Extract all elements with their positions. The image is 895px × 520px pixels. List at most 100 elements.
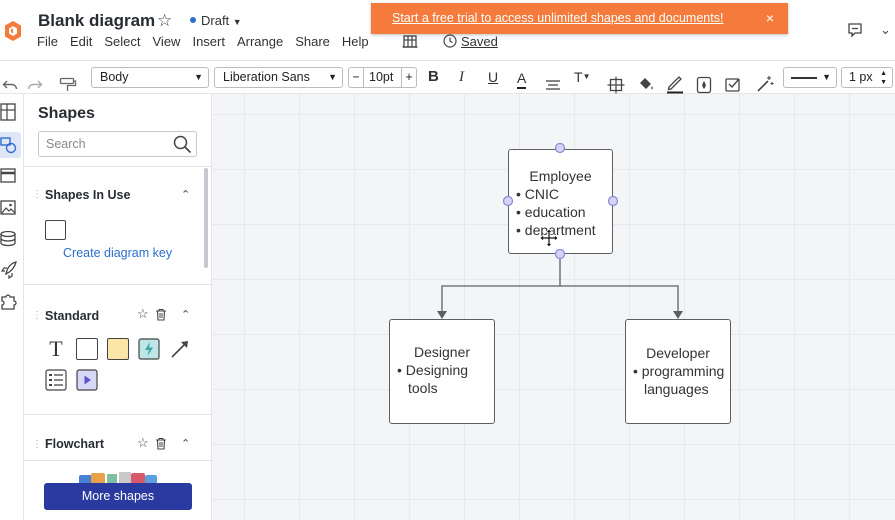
- increase-font-size-button[interactable]: +: [401, 68, 416, 87]
- frame-icon[interactable]: [0, 166, 20, 186]
- sticky-note-shape[interactable]: [107, 338, 129, 360]
- star-icon[interactable]: ☆: [137, 435, 149, 451]
- italic-button[interactable]: I: [459, 61, 464, 93]
- shape-search-box[interactable]: [38, 131, 197, 157]
- divider: [24, 284, 212, 285]
- divider: [24, 460, 212, 461]
- data-icon[interactable]: [0, 229, 20, 249]
- menu-share[interactable]: Share: [295, 34, 330, 49]
- list-shape-icon[interactable]: [45, 369, 67, 391]
- section-title-standard[interactable]: Standard: [45, 309, 99, 323]
- line-width-value: 1 px: [849, 70, 873, 84]
- text-color-button[interactable]: A: [517, 65, 527, 89]
- draft-status-label: Draft: [201, 13, 230, 28]
- puzzle-icon[interactable]: [0, 291, 20, 311]
- building-icon[interactable]: [402, 33, 418, 49]
- text-options-button[interactable]: T▼: [574, 61, 590, 93]
- draft-status-dropdown[interactable]: Draft ▼: [190, 13, 242, 28]
- text-style-select[interactable]: Body ▼: [91, 67, 209, 88]
- rocket-icon[interactable]: [0, 260, 20, 280]
- chevron-up-icon[interactable]: ⌃: [181, 437, 190, 450]
- text-style-value: Body: [100, 70, 129, 84]
- menu-select[interactable]: Select: [104, 34, 140, 49]
- line-style-select[interactable]: ▼: [783, 67, 837, 88]
- selection-handles: [502, 142, 619, 260]
- bold-button[interactable]: B: [428, 61, 439, 93]
- font-size-stepper: − 10pt +: [348, 67, 417, 88]
- pages-icon[interactable]: [0, 102, 20, 122]
- video-shape-icon[interactable]: [76, 369, 98, 391]
- text-options-label: T: [574, 69, 583, 85]
- shapes-icon: [0, 137, 17, 154]
- block-shape[interactable]: [76, 338, 98, 360]
- star-icon[interactable]: ☆: [137, 306, 149, 322]
- resize-handle[interactable]: [554, 142, 566, 154]
- more-shapes-button[interactable]: More shapes: [44, 483, 192, 510]
- chevron-up-icon[interactable]: ⌃: [181, 308, 190, 321]
- create-diagram-key-link[interactable]: Create diagram key: [63, 246, 172, 260]
- menu-arrange[interactable]: Arrange: [237, 34, 283, 49]
- decrease-font-size-button[interactable]: −: [349, 68, 364, 87]
- divider: [24, 414, 212, 415]
- shape-search-input[interactable]: [46, 137, 166, 151]
- caret-down-icon: ▼: [822, 72, 831, 82]
- document-title[interactable]: Blank diagram: [38, 11, 155, 31]
- designer-node[interactable]: Designer Designing tools: [389, 319, 495, 424]
- menu-insert[interactable]: Insert: [192, 34, 225, 49]
- shapes-rail-button[interactable]: [0, 132, 21, 158]
- lightning-shape-icon[interactable]: [138, 338, 160, 360]
- menu-edit[interactable]: Edit: [70, 34, 92, 49]
- caret-down-icon: ▼: [194, 72, 203, 82]
- panel-scrollbar[interactable]: [204, 168, 208, 268]
- lucid-logo-icon[interactable]: [4, 20, 22, 42]
- trash-icon[interactable]: [155, 308, 167, 321]
- caret-down-icon: ▼: [232, 17, 242, 27]
- caret-down-icon: ▼: [328, 72, 337, 82]
- node-title: Developer: [646, 345, 710, 361]
- search-icon[interactable]: [173, 135, 192, 154]
- diagram-canvas[interactable]: Employee CNIC education department Desig…: [212, 94, 895, 520]
- left-rail: [0, 94, 24, 520]
- section-title-flowchart[interactable]: Flowchart: [45, 437, 104, 451]
- status-dot-icon: [190, 16, 196, 23]
- node-bullet-continued: languages: [644, 381, 709, 397]
- chevron-down-icon[interactable]: ⌄: [880, 22, 891, 38]
- arrow-line-shape-icon[interactable]: [169, 338, 191, 360]
- trash-icon[interactable]: [155, 437, 167, 450]
- resize-handle[interactable]: [554, 248, 566, 260]
- menu-bar: File Edit Select View Insert Arrange Sha…: [37, 34, 381, 49]
- app-header: Blank diagram ☆ Draft ▼ File Edit Select…: [0, 0, 895, 60]
- clock-icon: [443, 34, 457, 48]
- node-bullet: Designing: [390, 361, 494, 379]
- resize-handle[interactable]: [502, 195, 514, 207]
- line-style-sample: [791, 77, 817, 79]
- star-icon[interactable]: ☆: [157, 11, 172, 31]
- developer-node[interactable]: Developer programming languages: [625, 319, 731, 424]
- saved-label: Saved: [461, 34, 498, 49]
- free-trial-link[interactable]: Start a free trial to access unlimited s…: [392, 11, 723, 25]
- comment-icon[interactable]: [847, 22, 863, 38]
- menu-view[interactable]: View: [153, 34, 181, 49]
- text-shape[interactable]: T: [45, 338, 67, 360]
- free-trial-banner: Start a free trial to access unlimited s…: [371, 3, 788, 34]
- chevron-up-icon[interactable]: ⌃: [181, 188, 190, 201]
- image-icon[interactable]: [0, 198, 20, 218]
- node-bullet: programming: [626, 362, 730, 380]
- stepper-icon: ▲ ▼: [880, 70, 887, 86]
- saved-status[interactable]: Saved: [443, 34, 498, 49]
- section-title-shapes-in-use[interactable]: Shapes In Use: [45, 188, 130, 202]
- line-width-select[interactable]: 1 px ▲ ▼: [841, 67, 893, 88]
- formatting-toolbar: Body ▼ Liberation Sans ▼ − 10pt + B I U A …: [0, 60, 895, 94]
- node-bullet-continued: tools: [408, 380, 438, 396]
- panel-title: Shapes: [38, 105, 95, 122]
- node-title: Designer: [413, 344, 471, 360]
- caret-down-icon: ▼: [582, 72, 591, 81]
- font-family-select[interactable]: Liberation Sans ▼: [214, 67, 343, 88]
- rectangle-shape[interactable]: [45, 220, 66, 240]
- menu-help[interactable]: Help: [342, 34, 369, 49]
- underline-button[interactable]: U: [488, 61, 498, 93]
- banner-close-icon[interactable]: ×: [766, 3, 774, 34]
- resize-handle[interactable]: [607, 195, 619, 207]
- font-size-value[interactable]: 10pt: [369, 68, 393, 87]
- menu-file[interactable]: File: [37, 34, 58, 49]
